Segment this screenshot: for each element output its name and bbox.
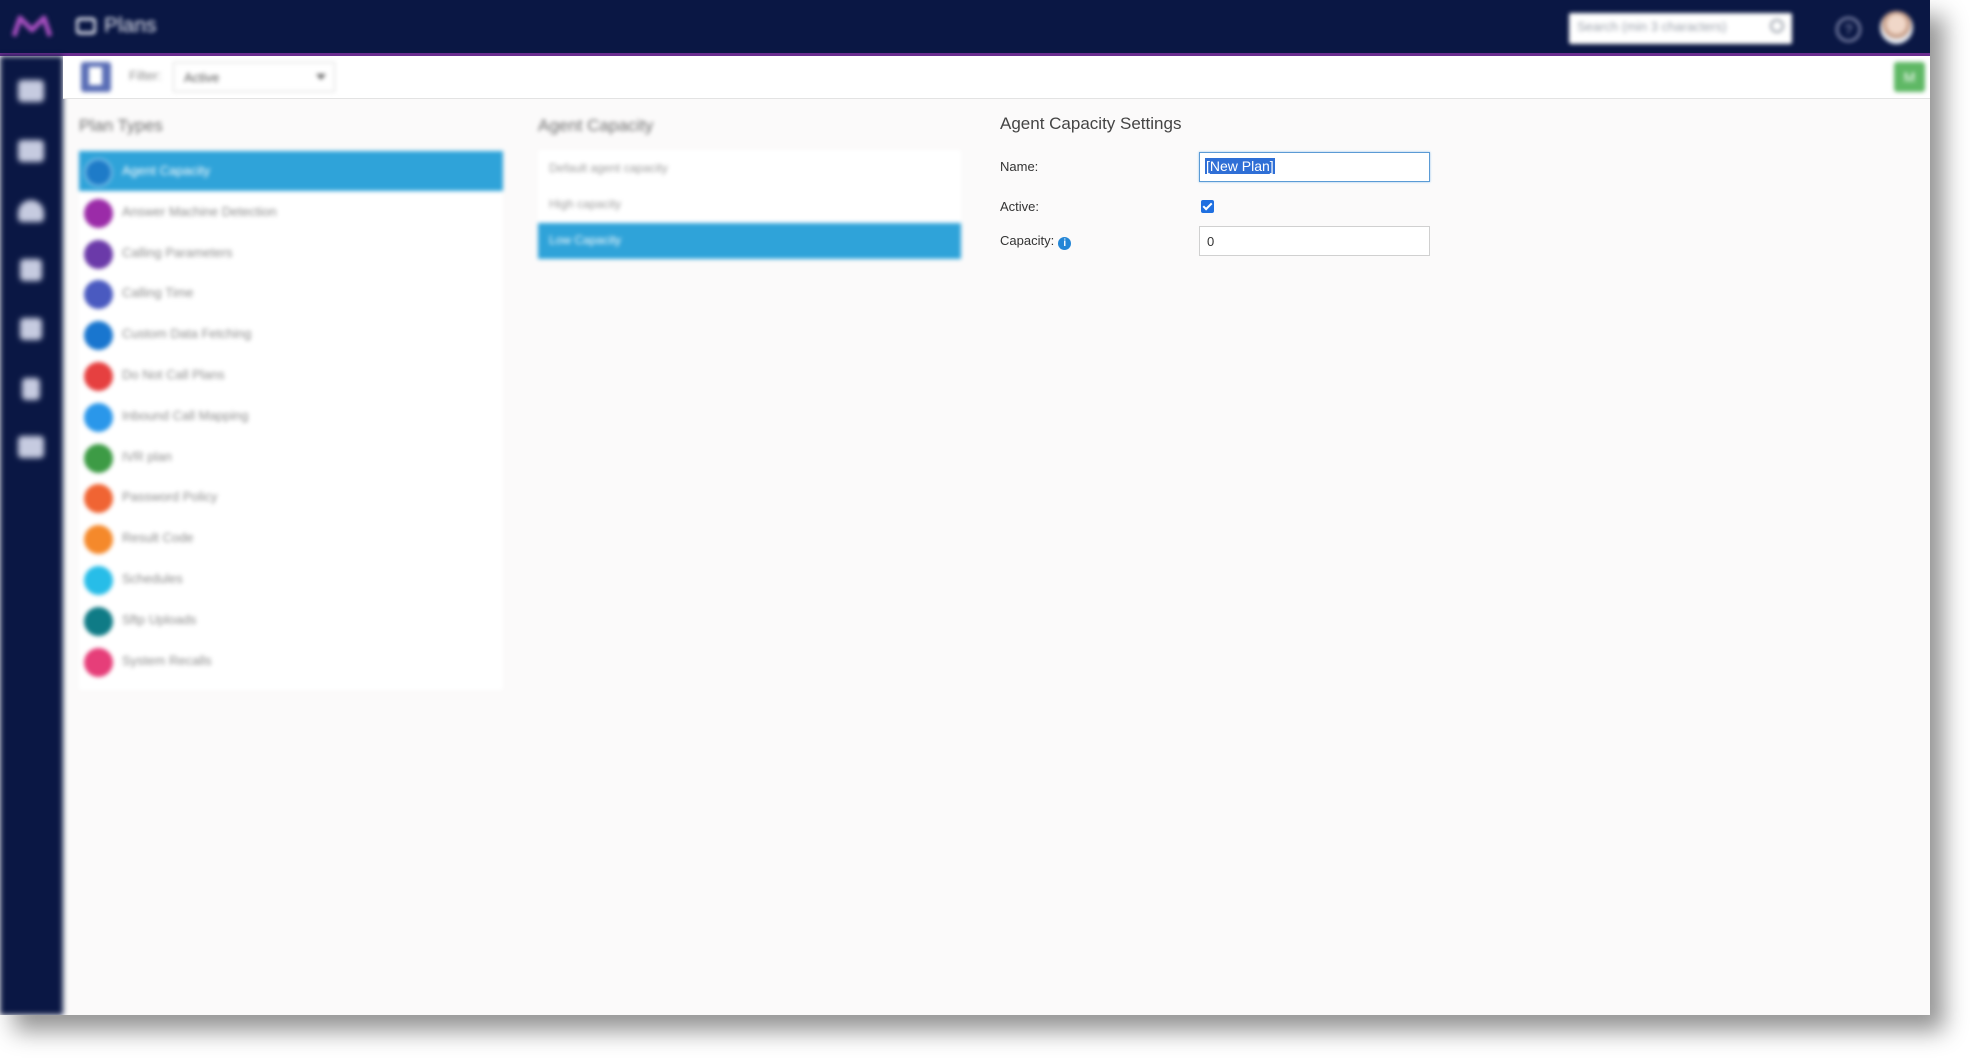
plan-type-icon — [84, 566, 113, 595]
toolbar: Filter: Active M — [63, 56, 1930, 99]
list-item-selected[interactable]: Low Capacity — [538, 223, 961, 259]
plan-type-icon — [84, 606, 113, 636]
plan-type-icon — [84, 525, 113, 555]
plan-type-item[interactable]: Inbound Call Mapping — [79, 396, 503, 436]
plans-icon — [76, 17, 96, 35]
list-item-label: Default agent capacity — [549, 161, 668, 175]
search-input[interactable]: Search (min 3 characters) — [1569, 13, 1792, 44]
agent-capacity-title: Agent Capacity — [538, 116, 654, 135]
plan-type-item[interactable]: System Recalls — [79, 641, 503, 681]
plan-type-item[interactable]: Calling Time — [79, 273, 503, 313]
plan-type-label: Calling Parameters — [122, 244, 233, 260]
settings-icon[interactable] — [18, 436, 44, 458]
plan-types-title: Plan Types — [79, 116, 163, 135]
plan-type-icon — [84, 647, 113, 677]
info-icon[interactable]: i — [1058, 237, 1072, 250]
briefcase-icon[interactable] — [18, 80, 44, 102]
name-input[interactable]: [New Plan] — [1199, 152, 1430, 182]
capacity-input-value: 0 — [1207, 234, 1215, 249]
plan-type-label: Result Code — [122, 530, 194, 546]
plan-type-item[interactable]: IVR plan — [79, 437, 503, 477]
help-icon-glyph: ? — [1844, 21, 1853, 37]
plan-type-icon — [84, 198, 113, 228]
sidebar — [0, 56, 63, 1015]
plan-type-icon — [84, 443, 113, 473]
plan-type-icon — [84, 402, 113, 432]
plan-types-list: Agent Capacity Answer Machine Detection Ca… — [79, 150, 503, 690]
search-icon[interactable] — [1770, 19, 1784, 33]
plan-type-label: Calling Time — [122, 285, 194, 301]
dashboard-icon[interactable] — [18, 200, 44, 222]
plan-type-icon — [84, 484, 113, 514]
plan-type-icon — [84, 321, 113, 351]
app-window: Plans Search (min 3 characters) ? Filter… — [0, 0, 1930, 1015]
brand-logo-icon[interactable] — [12, 14, 52, 40]
help-icon[interactable]: ? — [1836, 17, 1861, 42]
avatar[interactable] — [1880, 11, 1913, 44]
plan-type-icon — [84, 362, 113, 391]
active-checkbox[interactable] — [1201, 200, 1214, 213]
plan-type-item[interactable]: Custom Data Fetching — [79, 314, 503, 354]
capacity-input[interactable]: 0 — [1199, 226, 1430, 256]
plan-type-label: IVR plan — [122, 448, 172, 464]
name-label: Name: — [1000, 159, 1039, 174]
capacity-label-text: Capacity: — [1000, 233, 1055, 248]
plan-type-label: Password Policy — [122, 489, 218, 505]
file-icon[interactable] — [22, 378, 40, 400]
plan-type-item[interactable]: Calling Parameters — [79, 233, 503, 273]
plan-type-label: Do Not Call Plans — [122, 367, 225, 382]
plan-type-item[interactable]: Result Code — [79, 518, 503, 558]
filter-select-value: Active — [184, 70, 220, 85]
plan-type-label: System Recalls — [122, 652, 212, 668]
list-item[interactable]: Default agent capacity — [538, 151, 961, 187]
plan-type-item-selected[interactable]: Agent Capacity — [79, 151, 503, 191]
plan-type-label: Answer Machine Detection — [122, 203, 277, 219]
chevron-down-icon — [316, 74, 326, 80]
settings-title: Agent Capacity Settings — [1000, 114, 1182, 133]
filter-select[interactable]: Active — [173, 62, 335, 92]
plan-type-label: Agent Capacity — [122, 163, 211, 178]
plan-type-item[interactable]: Password Policy — [79, 477, 503, 517]
top-bar: Plans Search (min 3 characters) ? — [0, 0, 1930, 56]
user-menu-button[interactable]: M — [1894, 62, 1925, 92]
agent-capacity-list: Default agent capacity High capacity Low… — [538, 150, 961, 260]
info-icon-glyph: i — [1063, 238, 1067, 249]
filter-label: Filter: — [129, 68, 162, 83]
plan-type-item[interactable]: Sftp Uploads — [79, 600, 503, 640]
list-item-label: Low Capacity — [549, 233, 622, 247]
search-placeholder: Search (min 3 characters) — [1577, 19, 1727, 34]
user-menu-button-label: M — [1903, 69, 1916, 85]
plan-type-icon — [84, 158, 113, 187]
plan-type-item[interactable]: Schedules — [79, 559, 503, 599]
plan-type-label: Sftp Uploads — [122, 611, 197, 627]
name-input-value: [New Plan] — [1205, 158, 1275, 174]
plan-type-label: Schedules — [122, 571, 183, 586]
plan-type-item[interactable]: Do Not Call Plans — [79, 355, 503, 395]
plan-type-icon — [84, 280, 113, 310]
list-item[interactable]: High capacity — [538, 187, 961, 223]
plan-type-label: Inbound Call Mapping — [122, 407, 249, 423]
plan-type-icon — [84, 239, 113, 269]
plan-type-label: Custom Data Fetching — [122, 326, 252, 342]
page-title: Plans — [76, 14, 157, 38]
new-plan-icon[interactable] — [81, 62, 111, 92]
list-item-label: High capacity — [549, 197, 622, 211]
page-title-text: Plans — [104, 14, 157, 37]
database-icon[interactable] — [20, 259, 42, 281]
documents-icon[interactable] — [20, 318, 42, 340]
list-icon[interactable] — [18, 140, 44, 162]
plan-type-item[interactable]: Answer Machine Detection — [79, 192, 503, 232]
capacity-label: Capacity: i — [1000, 233, 1072, 250]
active-label: Active: — [1000, 199, 1040, 214]
